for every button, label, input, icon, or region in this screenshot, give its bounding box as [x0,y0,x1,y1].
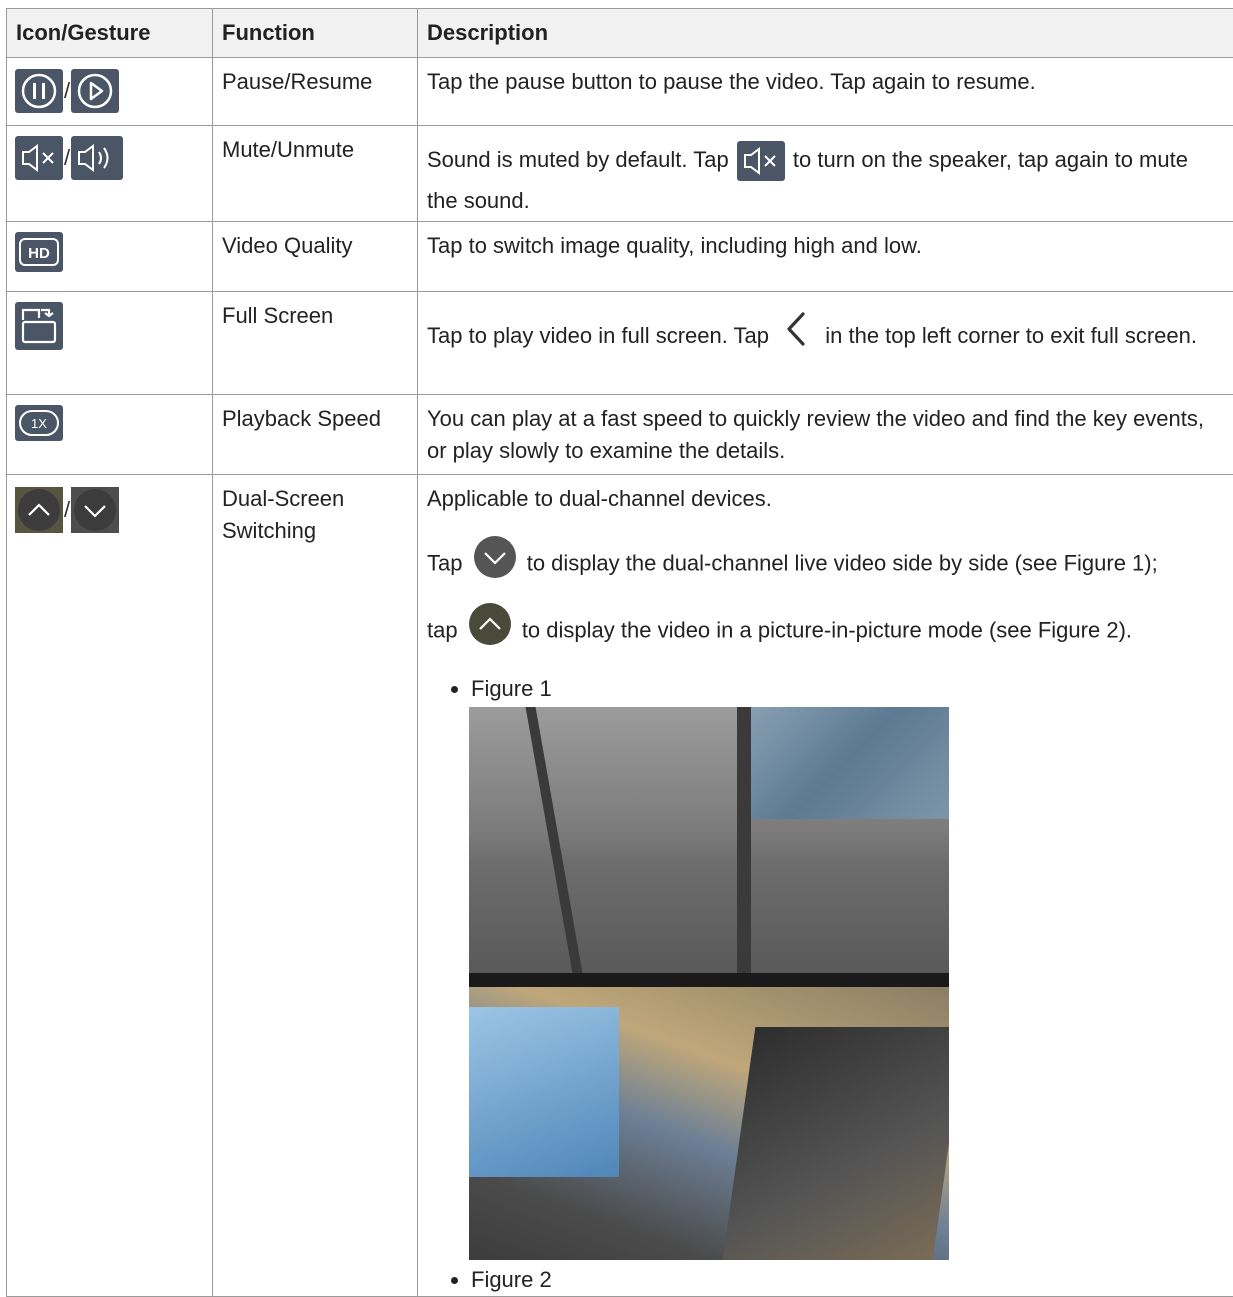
hd-icon-text: HD [28,245,50,262]
table-row: / Mute/Unmute Sound is muted by default.… [7,126,1233,222]
description-cell: Tap to switch image quality, including h… [418,222,1233,292]
back-chevron-icon [779,308,815,366]
chevron-up-icon [466,602,514,661]
icon-cell [7,292,213,395]
speed-1x-icon-text: 1X [31,416,47,431]
window-region [739,707,949,819]
figure-caption: Figure 2 [471,1267,552,1292]
description-text: Tap [427,551,469,576]
header-icon-gesture: Icon/Gesture [7,9,213,58]
description-text: Tap to play video in full screen. Tap [427,323,775,348]
frame-pole [737,707,751,973]
description-cell: Tap to play video in full screen. Tap in… [418,292,1233,395]
description-text: to display the video in a picture-in-pic… [516,618,1132,643]
header-function: Function [213,9,418,58]
icon-separator: / [64,494,70,526]
fullscreen-icon [15,302,63,350]
icon-separator: / [64,142,70,174]
function-cell: Mute/Unmute [213,126,418,222]
play-icon [71,69,119,113]
function-cell: Video Quality [213,222,418,292]
figure-list: Figure 1 F [427,673,1224,1296]
chevron-down-icon [471,535,519,594]
icon-cell: 1X [7,395,213,475]
description-cell: Sound is muted by default. Tap to turn o… [418,126,1233,222]
description-cell: Tap the pause button to pause the video.… [418,58,1233,126]
icon-cell: / [7,126,213,222]
table-row: HD Video Quality Tap to switch image qua… [7,222,1233,292]
table-row: / Dual-Screen Switching Applicable to du… [7,475,1233,1297]
figure-1-image [469,707,949,1260]
figure-list-item: Figure 1 [471,673,1224,1260]
function-cell: Dual-Screen Switching [213,475,418,1297]
function-cell: Full Screen [213,292,418,395]
camera-divider [469,973,949,987]
description-cell: You can play at a fast speed to quickly … [418,395,1233,475]
icon-cell: / [7,475,213,1297]
function-cell: Playback Speed [213,395,418,475]
description-line: Tap to display the dual-channel live vid… [427,535,1224,594]
hd-icon: HD [15,232,63,272]
chevron-down-icon [71,487,119,533]
speed-1x-icon: 1X [15,405,63,441]
icon-separator: / [64,75,70,107]
description-text: Applicable to dual-channel devices. [427,483,1224,515]
frame-pole [526,707,583,973]
table-row: / Pause/Resume Tap the pause button to p… [7,58,1233,126]
description-cell: Applicable to dual-channel devices. Tap … [418,475,1233,1297]
camera-view-bottom [469,987,949,1260]
table-row: 1X Playback Speed You can play at a fast… [7,395,1233,475]
speaker-muted-icon [15,136,63,180]
speaker-muted-icon [737,141,785,181]
function-cell: Pause/Resume [213,58,418,126]
pause-icon [15,69,63,113]
dark-region [723,1027,949,1260]
figure-list-item: Figure 2 [471,1264,1224,1296]
description-text: Sound is muted by default. Tap [427,147,735,172]
icon-cell: HD [7,222,213,292]
table-row: Full Screen Tap to play video in full sc… [7,292,1233,395]
gesture-table: Icon/Gesture Function Description / Paus… [6,8,1233,1297]
camera-view-top [469,707,949,973]
chevron-up-icon [15,487,63,533]
blue-region [469,1007,619,1177]
description-text: to display the dual-channel live video s… [521,551,1158,576]
description-text: tap [427,618,464,643]
icon-cell: / [7,58,213,126]
header-description: Description [418,9,1233,58]
description-text: in the top left corner to exit full scre… [819,323,1197,348]
table-header-row: Icon/Gesture Function Description [7,9,1233,58]
speaker-on-icon [71,136,123,180]
description-line: tap to display the video in a picture-in… [427,602,1224,661]
figure-caption: Figure 1 [471,676,552,701]
